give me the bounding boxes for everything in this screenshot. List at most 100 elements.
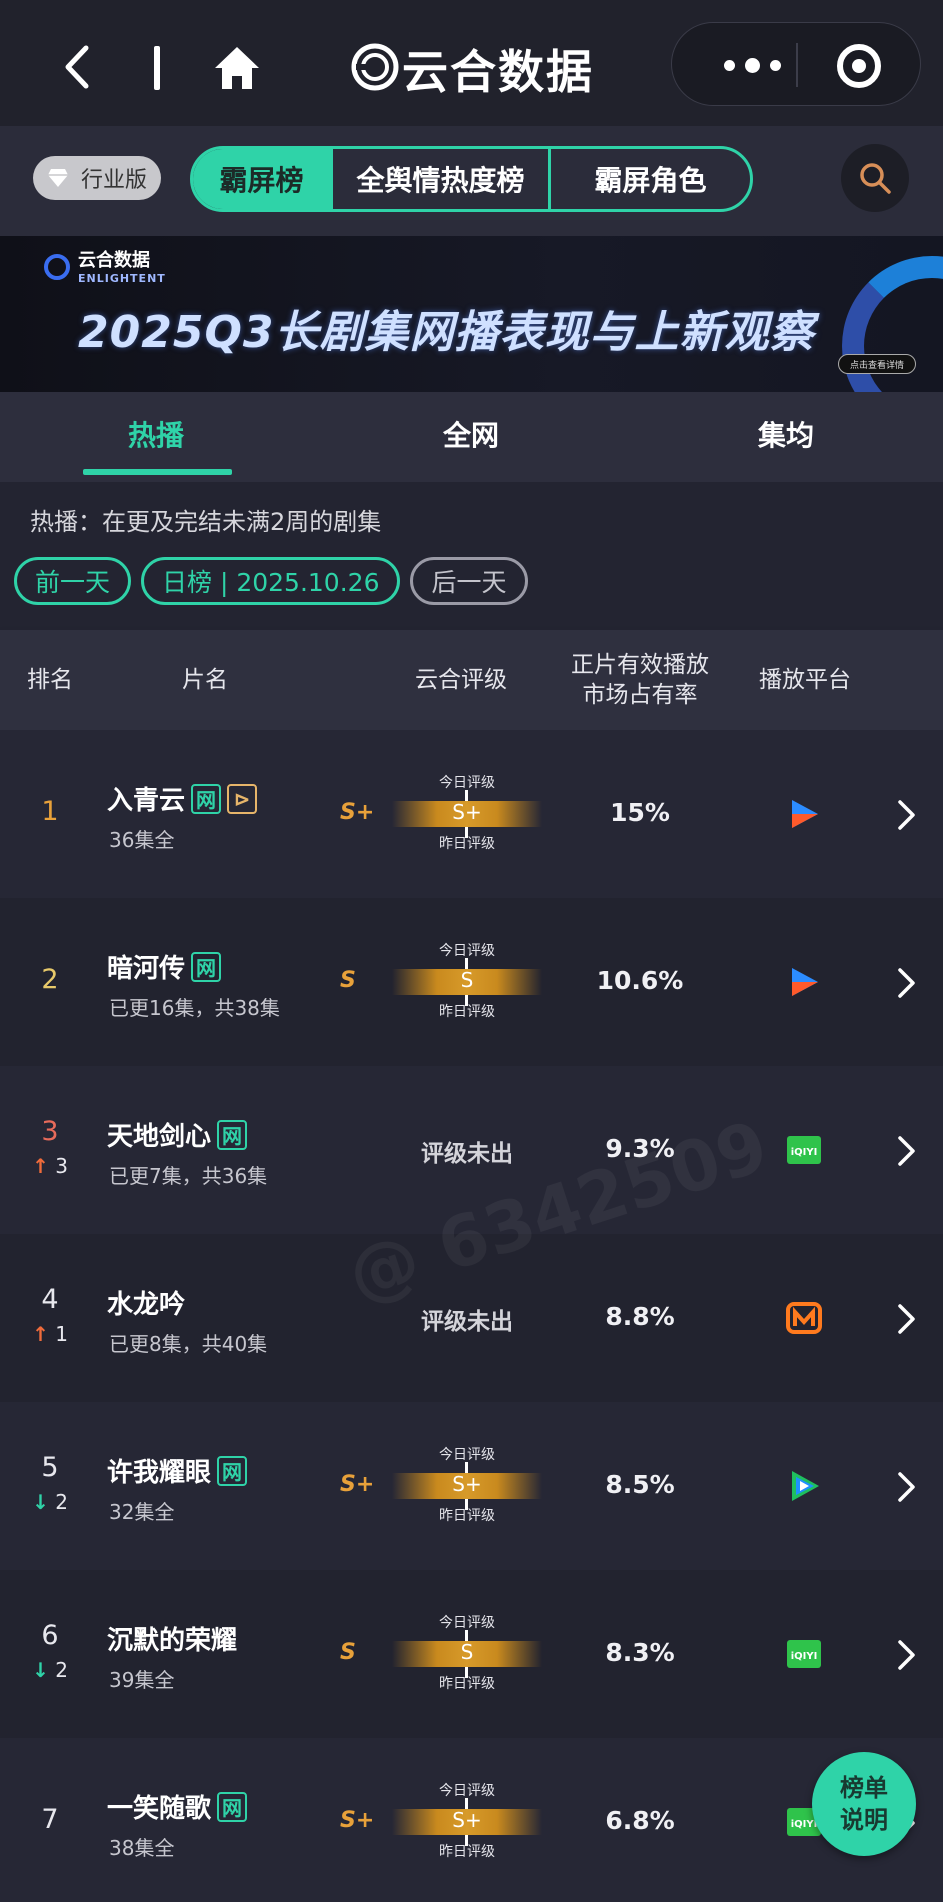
tab-roles[interactable]: 霸屏角色 — [551, 149, 750, 209]
fab-line2: 说明 — [840, 1806, 888, 1834]
market-share: 10.6% — [596, 966, 684, 995]
prev-day-button[interactable]: 前一天 — [14, 557, 132, 605]
col-share: 正片有效播放 市场占有率 — [560, 650, 720, 710]
more-menu-icon[interactable] — [724, 58, 781, 73]
drama-title-line: 天地剑心网 — [107, 1116, 248, 1153]
yesterday-grade-label: 昨日评级 — [439, 1508, 495, 1524]
rank-number: 7 — [41, 1804, 59, 1835]
subtab-per-episode[interactable]: 集均 — [758, 414, 814, 454]
web-series-badge: 网 — [217, 1455, 248, 1486]
miniprogram-capsule — [671, 22, 921, 106]
col-share-line1: 正片有效播放 — [571, 652, 709, 678]
date-selector: 前一天 日榜 | 2025.10.26 后一天 — [14, 557, 528, 605]
drama-title: 天地剑心 — [107, 1122, 212, 1152]
web-series-badge: 网 — [217, 1119, 248, 1150]
banner-title: 2025Q3长剧集网播表现与上新观察 — [78, 307, 815, 358]
today-grade-label: 今日评级 — [439, 1783, 495, 1799]
sub-tabs: 热播 全网 集均 — [0, 392, 943, 482]
chevron-right-icon[interactable] — [894, 1302, 918, 1336]
rank-trend: ↓ 2 — [0, 1658, 100, 1682]
table-row[interactable]: 3 ↑ 3 天地剑心网已更7集，共36集 评级未出 9.3% iQIYI — [0, 1066, 943, 1234]
subtab-indicator — [83, 469, 232, 475]
ranking-tabs: 霸屏榜 全舆情热度榜 霸屏角色 — [190, 146, 753, 212]
today-grade-label: 今日评级 — [439, 775, 495, 791]
drama-title: 一笑随歌 — [107, 1794, 212, 1824]
episode-info: 39集全 — [109, 1668, 175, 1692]
subtab-hot[interactable]: 热播 — [128, 414, 184, 454]
industry-edition-button[interactable]: 行业版 — [33, 156, 161, 200]
tab-sentiment-heat[interactable]: 全舆情热度榜 — [333, 149, 551, 209]
date-picker[interactable]: 日榜 | 2025.10.26 — [141, 557, 401, 605]
youku-platform-icon — [786, 796, 822, 832]
tab-bapingbang[interactable]: 霸屏榜 — [193, 149, 333, 209]
ranking-explanation-button[interactable]: 榜单 说明 — [812, 1752, 916, 1856]
trend-up-icon: ↑ — [32, 1322, 49, 1346]
yesterday-grade-label: 昨日评级 — [439, 1676, 495, 1692]
drama-title: 许我耀眼 — [107, 1458, 212, 1488]
yesterday-grade: S+ — [340, 800, 375, 825]
market-share: 8.8% — [605, 1302, 675, 1331]
svg-text:iQIYI: iQIYI — [791, 1651, 818, 1662]
today-grade: S+ — [452, 1808, 482, 1832]
table-header: 排名 片名 云合评级 正片有效播放 市场占有率 播放平台 — [0, 630, 943, 730]
table-row[interactable]: 7 一笑随歌网 38集全 S+ 今日评级 S+ 昨日评级 6.8% iQIYI — [0, 1738, 943, 1902]
app-title: 云合数据 — [402, 45, 594, 99]
banner-logo: 云合数据 ENLIGHTENT — [44, 246, 166, 285]
today-grade-label: 今日评级 — [439, 1615, 495, 1631]
web-series-badge: 网 — [217, 1791, 248, 1822]
back-icon[interactable] — [58, 42, 98, 92]
today-grade-label: 今日评级 — [439, 943, 495, 959]
drama-title-line: 暗河传网 — [107, 948, 222, 985]
chevron-right-icon[interactable] — [894, 1470, 918, 1504]
episode-info: 已更8集，共40集 — [109, 1332, 268, 1356]
drama-title: 水龙吟 — [107, 1290, 186, 1320]
iqiyi-platform-icon: iQIYI — [786, 1636, 822, 1672]
yesterday-grade: S+ — [340, 1808, 375, 1833]
capsule-divider — [796, 43, 798, 87]
chevron-right-icon[interactable] — [894, 798, 918, 832]
episode-info: 36集全 — [109, 828, 175, 852]
banner-logo-icon — [44, 254, 70, 280]
col-rank: 排名 — [27, 667, 73, 693]
list-description: 热播：在更及完结未满2周的剧集 — [30, 508, 382, 536]
today-grade: S+ — [452, 1472, 482, 1496]
today-grade: S+ — [452, 800, 482, 824]
search-button[interactable] — [841, 144, 909, 212]
episode-info: 38集全 — [109, 1836, 175, 1860]
rank-number: 1 — [41, 796, 59, 827]
yunhe-logo-icon — [351, 43, 399, 91]
trend-down-icon: ↓ — [32, 1490, 49, 1514]
drama-title: 暗河传 — [107, 954, 186, 984]
svg-text:iQIYI: iQIYI — [791, 1147, 818, 1158]
table-row[interactable]: 4 ↑ 1 水龙吟 已更8集，共40集 评级未出 8.8% — [0, 1234, 943, 1402]
grade-pending: 评级未出 — [421, 1141, 513, 1167]
chevron-right-icon[interactable] — [894, 1134, 918, 1168]
table-row[interactable]: 6 ↓ 2 沉默的荣耀 39集全 S 今日评级 S 昨日评级 8.3% iQIYI — [0, 1570, 943, 1738]
table-row[interactable]: 1 入青云网 ⊳ 36集全 S+ 今日评级 S+ 昨日评级 15% — [0, 730, 943, 898]
yesterday-grade: S+ — [340, 1472, 375, 1497]
ranking-type-bar: 行业版 霸屏榜 全舆情热度榜 霸屏角色 — [0, 126, 943, 236]
web-series-badge: 网 — [191, 951, 222, 982]
trend-down-icon: ↓ — [32, 1658, 49, 1682]
trend-value: 2 — [55, 1490, 68, 1514]
promo-banner[interactable]: 云合数据 ENLIGHTENT 2025Q3长剧集网播表现与上新观察 点击查看详… — [0, 236, 943, 392]
trend-value: 3 — [55, 1154, 68, 1178]
edition-label: 行业版 — [81, 168, 148, 193]
next-day-button[interactable]: 后一天 — [410, 557, 528, 605]
rank-number: 5 — [41, 1452, 59, 1483]
banner-detail-button[interactable]: 点击查看详情 — [838, 354, 916, 374]
yesterday-grade-label: 昨日评级 — [439, 1844, 495, 1860]
close-miniprogram-icon[interactable] — [837, 44, 881, 88]
market-share: 8.5% — [605, 1470, 675, 1499]
chevron-right-icon[interactable] — [894, 966, 918, 1000]
drama-title: 入青云 — [107, 786, 186, 816]
nav-separator — [154, 46, 160, 90]
subtab-all-network[interactable]: 全网 — [443, 414, 499, 454]
trend-value: 2 — [55, 1658, 68, 1682]
table-row[interactable]: 2 暗河传网已更16集，共38集 S 今日评级 S 昨日评级 10.6% — [0, 898, 943, 1066]
episode-info: 已更7集，共36集 — [109, 1164, 268, 1188]
chevron-right-icon[interactable] — [894, 1638, 918, 1672]
tencent-platform-icon — [786, 1468, 822, 1504]
table-row[interactable]: 5 ↓ 2 许我耀眼网 32集全 S+ 今日评级 S+ 昨日评级 8.5% — [0, 1402, 943, 1570]
home-icon[interactable] — [212, 44, 262, 92]
